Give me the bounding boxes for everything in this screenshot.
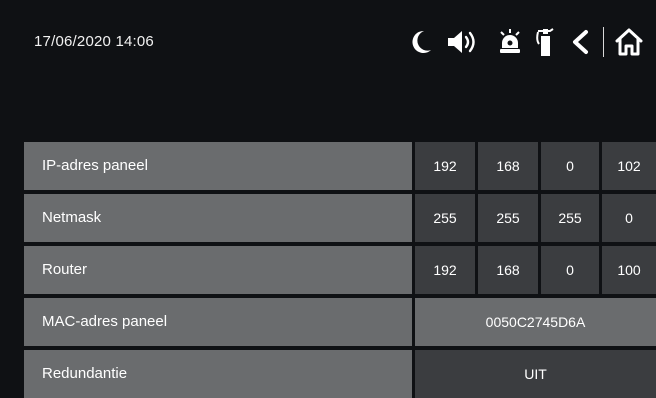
extinguisher-icon[interactable] xyxy=(535,26,557,58)
mac-address-value: 0050C2745D6A xyxy=(415,298,656,346)
redundancy-label: Redundantie xyxy=(24,350,412,398)
redundancy-toggle[interactable]: UIT xyxy=(415,350,656,398)
netmask-octet-2[interactable]: 255 xyxy=(478,194,538,242)
netmask-octet-3[interactable]: 255 xyxy=(541,194,599,242)
netmask-octet-4[interactable]: 0 xyxy=(602,194,656,242)
router-row: Router 192 168 0 100 xyxy=(24,246,656,294)
top-bar: 17/06/2020 14:06 xyxy=(0,0,656,90)
mac-address-label: MAC-adres paneel xyxy=(24,298,412,346)
icon-divider xyxy=(603,27,604,57)
ip-octet-3[interactable]: 0 xyxy=(541,142,599,190)
netmask-label: Netmask xyxy=(24,194,412,242)
router-octet-3[interactable]: 0 xyxy=(541,246,599,294)
ip-address-label: IP-adres paneel xyxy=(24,142,412,190)
router-octet-2[interactable]: 168 xyxy=(478,246,538,294)
home-icon[interactable] xyxy=(614,26,644,58)
speaker-icon[interactable] xyxy=(446,28,482,56)
siren-icon[interactable] xyxy=(497,28,523,56)
ip-address-row: IP-adres paneel 192 168 0 102 xyxy=(24,142,656,190)
ip-octet-1[interactable]: 192 xyxy=(415,142,475,190)
date-time: 17/06/2020 14:06 xyxy=(34,33,154,50)
router-octet-4[interactable]: 100 xyxy=(602,246,656,294)
router-octet-1[interactable]: 192 xyxy=(415,246,475,294)
ip-octet-2[interactable]: 168 xyxy=(478,142,538,190)
netmask-octet-1[interactable]: 255 xyxy=(415,194,475,242)
netmask-row: Netmask 255 255 255 0 xyxy=(24,194,656,242)
mac-address-row: MAC-adres paneel 0050C2745D6A xyxy=(24,298,656,346)
back-icon[interactable] xyxy=(569,29,591,55)
redundancy-row: Redundantie UIT xyxy=(24,350,656,398)
router-label: Router xyxy=(24,246,412,294)
moon-icon[interactable] xyxy=(407,28,433,56)
ip-octet-4[interactable]: 102 xyxy=(602,142,656,190)
